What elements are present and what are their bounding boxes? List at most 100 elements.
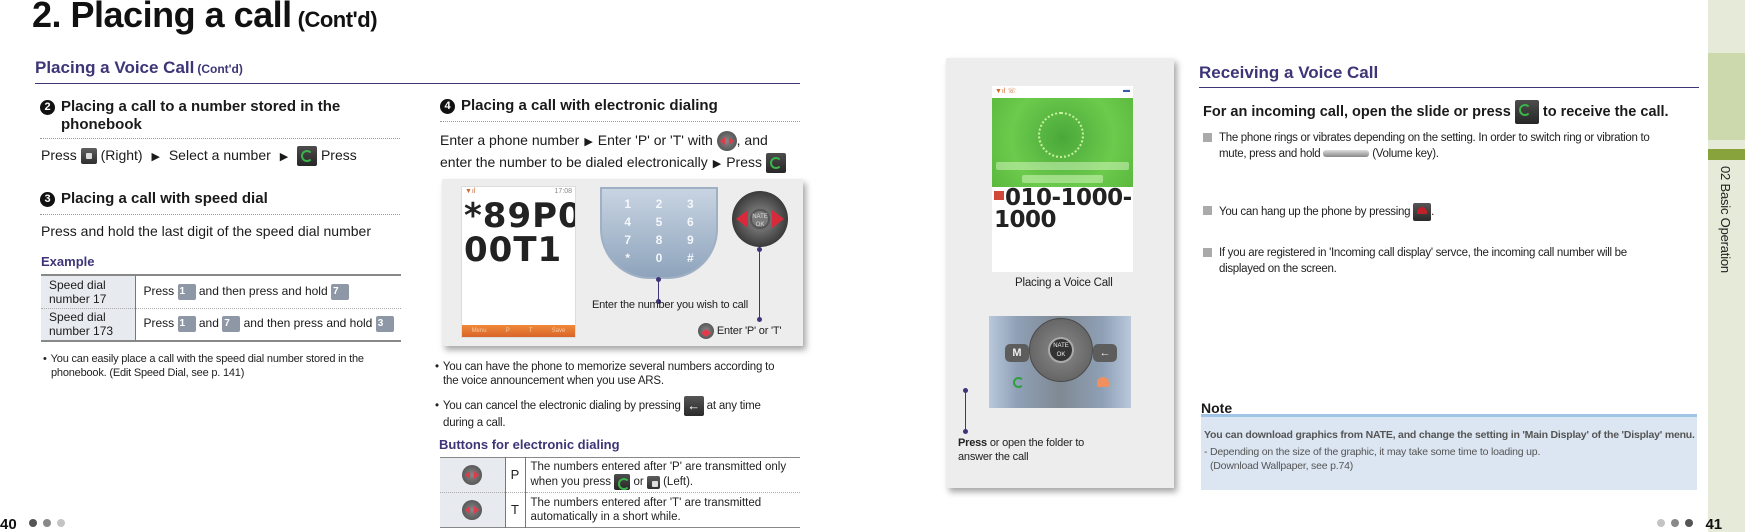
blurred-text <box>1022 175 1103 183</box>
divider <box>440 121 800 122</box>
chapter-tab-block <box>1708 53 1745 140</box>
instr-text: Enter 'P' or 'T' with <box>597 132 713 148</box>
key-7-icon: 7 <box>330 283 349 300</box>
nav-caption-text: Enter 'P' or 'T' <box>716 324 782 337</box>
callout-line <box>759 249 760 319</box>
section-title-suffix: (Cont'd) <box>197 62 243 76</box>
cell-text: when you press <box>530 476 612 489</box>
instr-text: enter the number to be dialed electronic… <box>440 154 708 170</box>
electronic-dialing-illustration: ▼ıl 17:08 *89P0 00T1 Menu P T Save 1 2 3… <box>442 179 803 346</box>
page-footer-left: 40 <box>0 516 68 532</box>
nav-left-right-key-icon <box>462 465 483 485</box>
table-cell-letter: P <box>505 457 526 493</box>
keypad-key: 0 <box>655 251 663 265</box>
note-line: You can have the phone to memorize sever… <box>442 361 775 373</box>
speed-dial-note: • You can easily place a call with the sp… <box>43 352 403 380</box>
note-line: (Volume key). <box>1372 148 1439 160</box>
nav-key-icon <box>80 148 97 165</box>
page-title-text: 2. Placing a call <box>32 0 292 35</box>
keypad-caption: Enter the number you wish to call <box>592 299 749 311</box>
cell-text: Press <box>143 283 175 298</box>
table-cell-value: Press 1 and then press and hold 7 <box>135 275 401 308</box>
example-label: Example <box>41 254 95 269</box>
page-number: 40 <box>0 516 17 532</box>
keypad-key: 4 <box>624 215 631 229</box>
divider <box>40 214 400 215</box>
keypad-key: 8 <box>655 233 663 247</box>
keypad-grid: 1 2 3 4 5 6 7 8 9 * 0 # <box>602 189 716 273</box>
step3-heading: 3 Placing a call with speed dial <box>40 190 268 208</box>
table-cell-label: Speed dial number 17 <box>41 275 136 308</box>
step3-heading-text: Placing a call with speed dial <box>61 190 268 207</box>
chapter-tab-label[interactable]: 02 Basic Operation <box>1718 166 1733 273</box>
note-line: at any time <box>706 400 761 413</box>
table-row: Speed dial number 173 Press 1 and 7 and t… <box>41 308 401 341</box>
volume-key-icon <box>1323 150 1370 158</box>
page-title-suffix: (Cont'd) <box>297 7 378 32</box>
callout-dot <box>963 429 968 434</box>
incoming-call-screen: ▼ıl ☏ ▬ 010-1000- 1000 <box>992 86 1133 272</box>
key-1-icon: 1 <box>177 316 196 333</box>
caller-number: 010-1000- <box>992 187 1133 210</box>
table-row: Speed dial number 17 Press 1 and then pre… <box>41 275 401 308</box>
keypad-key: 2 <box>655 197 663 211</box>
table-cell-description: The numbers entered after 'P' are transm… <box>525 458 800 493</box>
page-number: 41 <box>1705 516 1723 532</box>
step4-heading-text: Placing a call with electronic dialing <box>461 97 718 114</box>
softkey-t: T <box>528 328 533 334</box>
screen-caption: Placing a Voice Call <box>1015 277 1113 289</box>
nav-caption: Enter 'P' or 'T' <box>698 323 782 339</box>
contact-icon <box>994 191 1004 200</box>
keypad-key: 6 <box>686 215 694 229</box>
cell-text: or <box>633 476 644 489</box>
signal-icon: ▼ıl ☏ <box>995 88 1017 95</box>
send-key-icon <box>765 153 786 174</box>
instr-text: , and <box>736 132 768 148</box>
phone-screen: ▼ıl 17:08 *89P0 00T1 Menu P T Save <box>461 186 576 338</box>
instr-text: Press <box>320 147 357 163</box>
note-line: . <box>1431 206 1434 219</box>
cell-text: The numbers entered after 'T' are transm… <box>530 497 762 509</box>
bullet-icon: • <box>435 400 439 413</box>
instr-text: For an incoming call, open the slide or … <box>1203 103 1511 120</box>
step-number-bullet: 3 <box>40 192 55 207</box>
callout-dot <box>656 277 661 282</box>
caller-number-line2: 1000 <box>994 207 1057 233</box>
dot-icon <box>43 519 52 527</box>
keypad-key: # <box>686 251 694 265</box>
bullet-square-icon <box>1203 206 1212 215</box>
instr-text: (Right) <box>100 147 143 163</box>
note-line: If you are registered in 'Incoming call … <box>1219 247 1627 259</box>
bullet-icon: • <box>43 353 47 365</box>
callout-dot <box>757 317 762 322</box>
keypad-key: 9 <box>686 233 694 247</box>
press-caption: Press or open the folder to answer the c… <box>958 436 1084 464</box>
section-rule <box>35 83 800 84</box>
step2-heading: 2 Placing a call to a number stored in th… <box>40 98 410 134</box>
instr-text: Select a number <box>168 147 271 163</box>
arrow-right-icon: ▶ <box>151 151 160 163</box>
cell-text: Press <box>143 316 175 331</box>
page-footer-right: 41 <box>1654 516 1722 532</box>
dot-icon <box>1671 519 1679 527</box>
note-line: You can easily place a call with the spe… <box>50 353 364 365</box>
bullet-icon: • <box>435 361 439 373</box>
table-row: T The numbers entered after 'T' are tran… <box>440 492 800 528</box>
note-line: (Download Wallpaper, see p.74) <box>1210 460 1354 472</box>
callout-dot <box>963 388 968 393</box>
softkey-bar: Menu P T Save <box>462 325 575 337</box>
instr-text: Press <box>726 154 762 170</box>
cell-text: and then press and hold <box>198 283 328 298</box>
dot-icon <box>1685 519 1693 527</box>
dot-icon <box>29 519 38 527</box>
keypad-key: 5 <box>655 215 663 229</box>
instr-text: Press <box>41 147 77 163</box>
dot-icon <box>57 519 66 527</box>
softkey-save: Save <box>551 328 566 334</box>
step2-heading-line2: phonebook <box>61 116 142 133</box>
dot-icon <box>1657 519 1665 527</box>
table-cell-icon <box>440 457 506 493</box>
send-key-icon <box>1514 100 1539 124</box>
key-7-icon: 7 <box>222 316 241 333</box>
instr-text: Enter a phone number <box>440 132 580 148</box>
